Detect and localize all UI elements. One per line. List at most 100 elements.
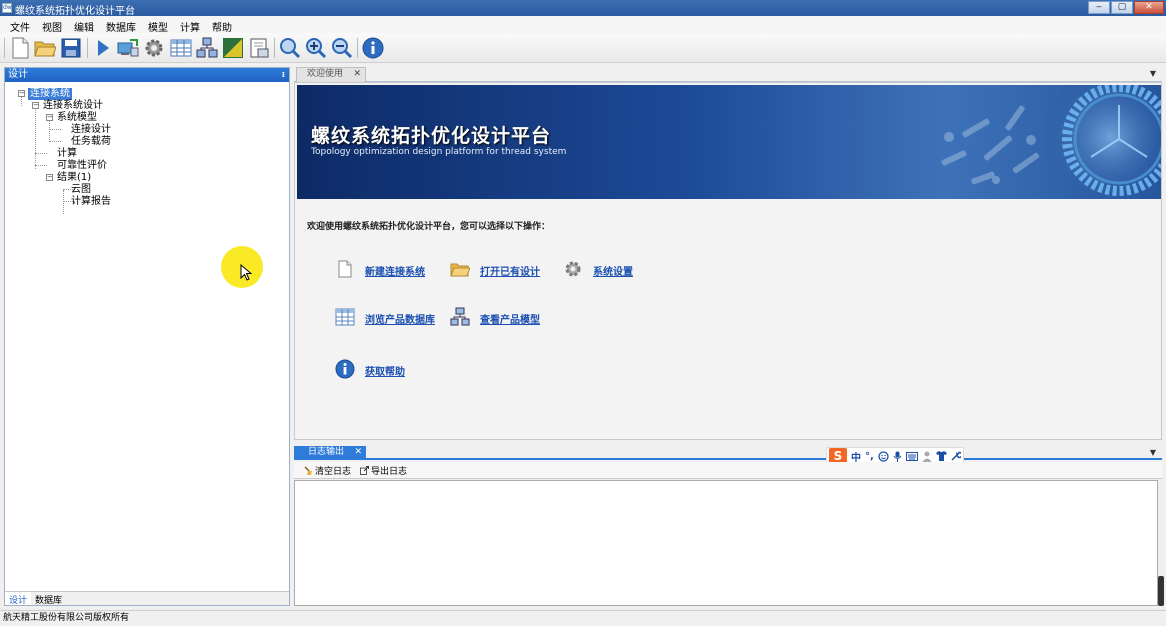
menu-model[interactable]: 模型 xyxy=(142,16,174,34)
new-file-icon xyxy=(338,260,352,278)
design-panel-header: 设计 ᵻ xyxy=(5,68,289,82)
toolbar-separator xyxy=(357,38,358,58)
menu-view[interactable]: 视图 xyxy=(36,16,68,34)
tree-node-conn-design[interactable]: 连接设计 xyxy=(71,124,111,136)
tab-welcome[interactable]: 欢迎使用 ✕ xyxy=(296,67,366,82)
menu-database[interactable]: 数据库 xyxy=(100,16,142,34)
minimize-button[interactable]: ‒ xyxy=(1088,1,1110,14)
tree-collapse-toggle[interactable]: − xyxy=(32,102,39,109)
report-icon[interactable] xyxy=(248,37,270,59)
punctuation-icon[interactable]: °, xyxy=(865,451,874,462)
left-panel-tabs: 设计 数据库 xyxy=(5,591,289,606)
network-icon[interactable] xyxy=(196,37,218,59)
tree-node-result[interactable]: 结果(1) xyxy=(57,172,91,184)
settings-link[interactable]: 系统设置 xyxy=(593,263,633,278)
tree-collapse-toggle[interactable]: − xyxy=(46,114,53,121)
menu-bar: 文件 视图 编辑 数据库 模型 计算 帮助 xyxy=(0,16,1166,34)
tree-line xyxy=(49,118,50,142)
chevron-down-icon[interactable]: ▼ xyxy=(1150,69,1156,78)
export-log-label: 导出日志 xyxy=(371,467,408,477)
copyright-text: 航天精工股份有限公司版权所有 xyxy=(3,613,130,623)
chart-icon[interactable] xyxy=(222,37,244,59)
tree-node-model[interactable]: 系统模型 xyxy=(57,112,97,124)
open-design-link[interactable]: 打开已有设计 xyxy=(480,263,540,278)
tree-line xyxy=(49,129,61,130)
gear-icon[interactable] xyxy=(143,37,165,59)
network-icon xyxy=(450,307,470,326)
monitor-icon[interactable] xyxy=(117,37,139,59)
clear-log-button[interactable]: 清空日志 xyxy=(304,464,351,477)
tree-line xyxy=(63,190,64,214)
close-window-button[interactable]: ✕ xyxy=(1134,1,1164,14)
zoom-in-icon[interactable] xyxy=(305,37,327,59)
menu-file[interactable]: 文件 xyxy=(4,16,36,34)
zoom-icon[interactable] xyxy=(279,37,301,59)
close-icon[interactable]: ✕ xyxy=(354,446,362,459)
log-tabbar: 日志输出 ✕ ▼ xyxy=(294,446,1162,460)
tree-node-calc[interactable]: 计算 xyxy=(57,148,77,160)
chevron-down-icon[interactable]: ▼ xyxy=(1150,448,1156,457)
menu-calc[interactable]: 计算 xyxy=(174,16,206,34)
toolbar-grip xyxy=(4,38,5,58)
emoji-icon[interactable] xyxy=(878,450,889,462)
view-model-link[interactable]: 查看产品模型 xyxy=(480,311,540,326)
clear-log-label: 清空日志 xyxy=(315,467,352,477)
table-icon[interactable] xyxy=(170,37,192,59)
skin-shirt-icon[interactable] xyxy=(935,451,947,461)
menu-help[interactable]: 帮助 xyxy=(206,16,238,34)
save-icon[interactable] xyxy=(60,37,82,59)
view-model-action[interactable]: 查看产品模型 xyxy=(450,307,570,327)
log-scrollbar[interactable] xyxy=(1158,480,1164,606)
browse-database-link[interactable]: 浏览产品数据库 xyxy=(365,311,435,326)
info-icon xyxy=(335,359,355,379)
log-output-area[interactable] xyxy=(294,480,1158,606)
toolbar xyxy=(0,33,1166,63)
tree-node-cloud[interactable]: 云图 xyxy=(71,184,91,196)
browse-database-action[interactable]: 浏览产品数据库 xyxy=(335,307,465,327)
wrench-icon[interactable] xyxy=(951,451,961,461)
tab-database[interactable]: 数据库 xyxy=(31,592,66,606)
pin-icon[interactable]: ᵻ xyxy=(282,68,285,82)
app-icon: dw xyxy=(2,3,12,13)
new-system-link[interactable]: 新建连接系统 xyxy=(365,263,425,278)
welcome-intro: 欢迎使用螺纹系统拓扑优化设计平台，您可以选择以下操作： xyxy=(307,222,551,232)
tree-collapse-toggle[interactable]: − xyxy=(18,90,25,97)
get-help-action[interactable]: 获取帮助 xyxy=(335,359,435,379)
gear-bolts-graphic xyxy=(941,85,1161,199)
close-icon[interactable]: ✕ xyxy=(353,68,361,81)
tab-design[interactable]: 设计 xyxy=(5,592,32,606)
log-toolbar: 清空日志 导出日志 xyxy=(294,462,1162,479)
user-icon[interactable] xyxy=(922,451,932,462)
menu-edit[interactable]: 编辑 xyxy=(68,16,100,34)
tree-collapse-toggle[interactable]: − xyxy=(46,174,53,181)
design-panel-title: 设计 xyxy=(8,69,28,80)
gear-icon xyxy=(565,261,581,277)
tree-node-root[interactable]: 连接系统 xyxy=(28,88,72,100)
window-controls: ‒ ▢ ✕ xyxy=(1088,1,1164,14)
tree-node-reliability[interactable]: 可靠性评价 xyxy=(57,160,107,172)
tab-log-label: 日志输出 xyxy=(308,447,345,457)
run-icon[interactable] xyxy=(92,37,114,59)
tree-node-task-load[interactable]: 任务载荷 xyxy=(71,136,111,148)
tree-node-design[interactable]: 连接系统设计 xyxy=(43,100,103,112)
tab-welcome-label: 欢迎使用 xyxy=(307,69,344,79)
restore-button[interactable]: ▢ xyxy=(1111,1,1133,14)
microphone-icon[interactable] xyxy=(893,451,902,462)
new-system-action[interactable]: 新建连接系统 xyxy=(335,259,455,279)
open-folder-icon[interactable] xyxy=(34,37,56,59)
settings-action[interactable]: 系统设置 xyxy=(563,259,663,279)
zoom-out-icon[interactable] xyxy=(331,37,353,59)
tree-node-report[interactable]: 计算报告 xyxy=(71,196,111,208)
info-icon[interactable] xyxy=(362,37,384,59)
document-tabbar: 欢迎使用 ✕ ▼ xyxy=(294,67,1162,82)
get-help-link[interactable]: 获取帮助 xyxy=(365,363,405,378)
export-log-button[interactable]: 导出日志 xyxy=(360,464,407,477)
tree-line xyxy=(35,106,36,169)
project-tree: − 连接系统 − 连接系统设计 − 系统模型 连接设计 任务载荷 计算 可靠性评… xyxy=(5,82,289,592)
design-panel: 设计 ᵻ − 连接系统 − 连接系统设计 − 系统模型 连接设计 任务载荷 计算… xyxy=(4,67,290,606)
tab-log-output[interactable]: 日志输出 ✕ xyxy=(294,446,366,459)
new-file-icon[interactable] xyxy=(9,37,31,59)
scrollbar-thumb[interactable] xyxy=(1158,576,1164,606)
open-design-action[interactable]: 打开已有设计 xyxy=(450,259,570,279)
keyboard-icon[interactable] xyxy=(905,451,918,461)
